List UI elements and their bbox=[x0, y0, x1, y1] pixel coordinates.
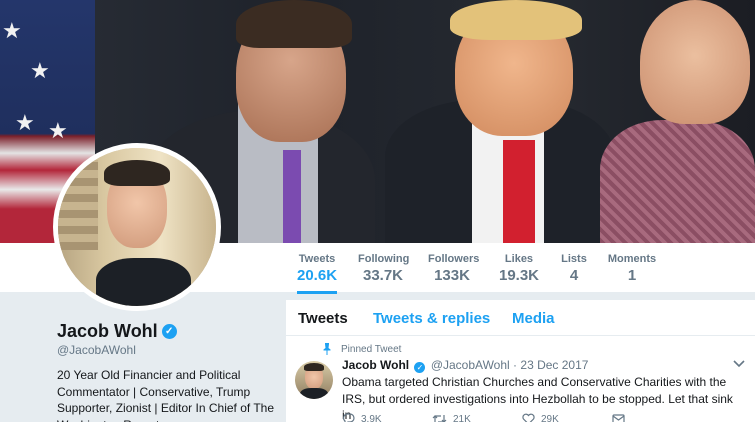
reply-count: 3.9K bbox=[361, 413, 382, 422]
photo-face-right bbox=[640, 0, 750, 124]
profile-handle[interactable]: @JacobAWohl bbox=[57, 343, 136, 357]
tweet-avatar-jacket bbox=[300, 388, 328, 399]
pin-icon bbox=[323, 343, 331, 355]
tweet-separator: · bbox=[513, 358, 518, 372]
tweet-avatar-hair bbox=[304, 363, 324, 371]
retweet-count: 21K bbox=[453, 413, 471, 422]
stat-tweets[interactable]: Tweets 20.6K bbox=[297, 253, 338, 294]
stat-label: Moments bbox=[607, 253, 657, 265]
photo-tie-purple bbox=[283, 150, 301, 243]
photo-hair-left bbox=[236, 0, 352, 48]
timeline-tabs: Tweets Tweets & replies Media bbox=[286, 300, 755, 336]
stat-label: Tweets bbox=[298, 253, 336, 265]
profile-name-row: Jacob Wohl ✓ bbox=[57, 321, 177, 342]
stat-value: 133K bbox=[434, 267, 470, 284]
retweet-button[interactable]: 21K bbox=[432, 411, 522, 422]
stat-label: Following bbox=[358, 253, 410, 265]
retweet-icon bbox=[432, 415, 447, 422]
like-count: 29K bbox=[541, 413, 559, 422]
profile-name[interactable]: Jacob Wohl bbox=[57, 321, 158, 342]
stat-label: Likes bbox=[504, 253, 534, 265]
tweet-author-handle[interactable]: @JacobAWohl bbox=[431, 358, 510, 372]
active-tab-indicator bbox=[297, 291, 337, 294]
stat-value: 4 bbox=[569, 267, 579, 284]
photo-person-right bbox=[600, 120, 755, 243]
chevron-down-icon[interactable] bbox=[733, 358, 745, 368]
stat-value: 33.7K bbox=[362, 267, 404, 284]
photo-hair-center bbox=[450, 0, 582, 40]
avatar-jacket bbox=[96, 258, 191, 306]
tweet-header: Jacob Wohl ✓ @JacobAWohl · 23 Dec 2017 bbox=[342, 358, 588, 373]
message-icon bbox=[612, 413, 625, 422]
verified-badge-icon: ✓ bbox=[161, 324, 177, 339]
profile-bio: 20 Year Old Financier and Political Comm… bbox=[57, 368, 275, 422]
avatar-hair bbox=[104, 160, 170, 186]
stat-value: 19.3K bbox=[498, 267, 540, 284]
tweet-actions: 3.9K 21K 29K bbox=[342, 411, 702, 422]
tab-tweets-replies[interactable]: Tweets & replies bbox=[373, 310, 490, 327]
pinned-tweet[interactable]: Pinned Tweet Jacob Wohl ✓ @JacobAWohl · … bbox=[286, 337, 755, 422]
tweet-author-name[interactable]: Jacob Wohl bbox=[342, 358, 409, 372]
reply-icon bbox=[343, 413, 355, 422]
stat-lists[interactable]: Lists 4 bbox=[560, 253, 588, 284]
stat-likes[interactable]: Likes 19.3K bbox=[498, 253, 540, 284]
verified-badge-icon: ✓ bbox=[414, 362, 426, 373]
stat-following[interactable]: Following 33.7K bbox=[358, 253, 410, 284]
stat-followers[interactable]: Followers 133K bbox=[428, 253, 480, 284]
stat-value: 1 bbox=[627, 267, 637, 284]
like-icon bbox=[522, 413, 535, 422]
timeline: Tweets Tweets & replies Media Pinned Twe… bbox=[286, 300, 755, 422]
tweet-date[interactable]: 23 Dec 2017 bbox=[520, 358, 588, 372]
tweet-avatar[interactable] bbox=[295, 361, 333, 399]
avatar[interactable] bbox=[58, 148, 216, 306]
profile-page: ★ ★ ★ ★ Tweets 20.6K Following 33.7K Fol… bbox=[0, 0, 755, 422]
stat-label: Followers bbox=[428, 253, 480, 265]
stat-label: Lists bbox=[561, 253, 587, 265]
stat-value: 20.6K bbox=[297, 267, 338, 284]
profile-card: Jacob Wohl ✓ @JacobAWohl 20 Year Old Fin… bbox=[0, 300, 285, 422]
tab-tweets[interactable]: Tweets bbox=[298, 310, 348, 327]
avatar-building bbox=[58, 160, 98, 250]
tab-media[interactable]: Media bbox=[512, 310, 555, 327]
like-button[interactable]: 29K bbox=[522, 411, 612, 422]
photo-tie-red bbox=[503, 140, 535, 243]
pinned-label: Pinned Tweet bbox=[341, 344, 402, 355]
reply-button[interactable]: 3.9K bbox=[342, 411, 432, 422]
stat-moments[interactable]: Moments 1 bbox=[607, 253, 657, 284]
direct-message-button[interactable] bbox=[612, 411, 702, 422]
